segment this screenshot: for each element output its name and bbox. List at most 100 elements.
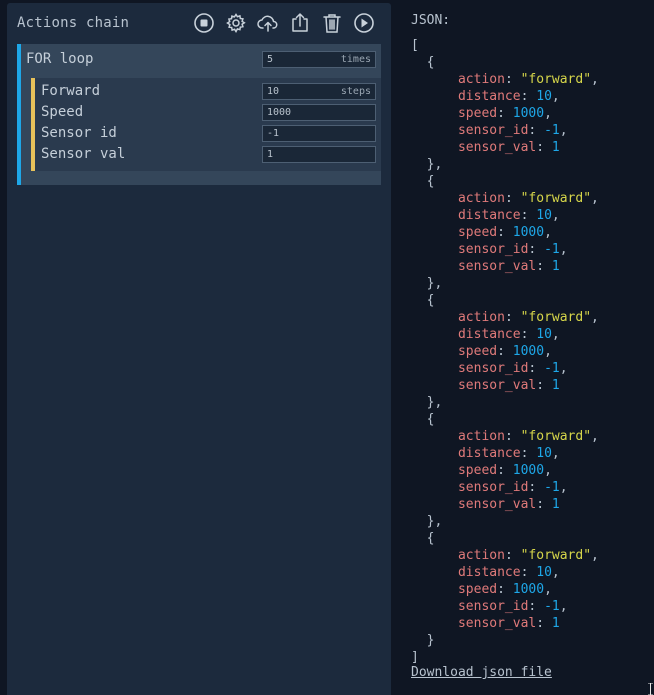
json-key: speed <box>457 225 498 240</box>
json-key: speed <box>457 582 498 597</box>
json-brace-open: { <box>426 55 435 70</box>
json-brace-close: }, <box>426 157 443 172</box>
download-json-link[interactable]: Download json file <box>411 664 552 681</box>
chain-title: Actions chain <box>17 15 130 31</box>
text-cursor-icon <box>648 683 653 695</box>
speed-input[interactable]: 1000 <box>262 104 376 121</box>
json-value: 10 <box>536 89 552 104</box>
json-value: "forward" <box>520 72 592 87</box>
forward-steps-unit: steps <box>340 86 371 97</box>
json-value: 1000 <box>512 344 545 359</box>
json-key: sensor_id <box>457 599 529 614</box>
chain-toolbar <box>192 11 376 35</box>
json-value: 1000 <box>512 463 545 478</box>
json-value: "forward" <box>520 191 592 206</box>
loop-count-unit: times <box>340 54 371 65</box>
for-loop-label: FOR loop <box>26 51 94 67</box>
json-value: 10 <box>536 208 552 223</box>
json-key: distance <box>457 89 521 104</box>
json-key: sensor_val <box>457 259 537 274</box>
json-value: -1 <box>544 242 560 257</box>
speed-label: Speed <box>41 104 84 120</box>
json-value: 10 <box>536 327 552 342</box>
json-value: 10 <box>536 446 552 461</box>
chain-header: Actions chain <box>7 3 391 43</box>
json-value: 1 <box>551 378 560 393</box>
play-icon <box>354 13 374 33</box>
sensor-val-value: 1 <box>267 149 274 160</box>
for-loop-footer <box>21 175 381 185</box>
json-value: 10 <box>536 565 552 580</box>
json-key: speed <box>457 106 498 121</box>
loop-count-value: 5 <box>267 54 274 65</box>
json-key: distance <box>457 446 521 461</box>
json-key: sensor_id <box>457 123 529 138</box>
json-value: 1000 <box>512 106 545 121</box>
run-button[interactable] <box>352 11 376 35</box>
json-key: sensor_val <box>457 616 537 631</box>
json-key: sensor_id <box>457 242 529 257</box>
json-brace-open: { <box>426 293 435 308</box>
json-key: speed <box>457 463 498 478</box>
json-brace-open: { <box>426 531 435 546</box>
json-value: 1 <box>551 497 560 512</box>
json-key: sensor_val <box>457 497 537 512</box>
sensor-id-value: -1 <box>267 128 280 139</box>
sensor-id-label: Sensor id <box>41 125 117 141</box>
json-brace-close: }, <box>426 276 443 291</box>
json-brace-open: { <box>426 412 435 427</box>
gear-icon <box>226 13 246 33</box>
json-value: "forward" <box>520 310 592 325</box>
json-key: sensor_val <box>457 140 537 155</box>
json-key: sensor_id <box>457 361 529 376</box>
json-value: -1 <box>544 480 560 495</box>
json-key: action <box>457 191 505 206</box>
export-button[interactable] <box>288 11 312 35</box>
for-loop-header: FOR loop 5 times <box>21 44 381 74</box>
json-value: -1 <box>544 123 560 138</box>
json-value: 1 <box>551 259 560 274</box>
json-key: action <box>457 548 505 563</box>
forward-steps-input[interactable]: 10 steps <box>262 83 376 100</box>
json-key: sensor_id <box>457 480 529 495</box>
json-bracket-open: [ <box>411 38 419 53</box>
delete-button[interactable] <box>320 11 344 35</box>
forward-action-block[interactable]: Forward 10 steps Speed 1000 Sensor id -1… <box>31 78 381 171</box>
cloud-upload-icon <box>257 15 278 32</box>
json-key: action <box>457 72 505 87</box>
json-brace-close: }, <box>426 514 443 529</box>
stop-icon <box>194 13 214 33</box>
json-key: sensor_val <box>457 378 537 393</box>
json-value: 1000 <box>512 225 545 240</box>
sensor-val-label: Sensor val <box>41 146 126 162</box>
export-icon <box>292 13 308 32</box>
json-key: distance <box>457 208 521 223</box>
json-key: distance <box>457 565 521 580</box>
sensor-id-input[interactable]: -1 <box>262 125 376 142</box>
json-bracket-close: ] <box>411 650 419 665</box>
json-value: "forward" <box>520 548 592 563</box>
json-label: JSON: <box>411 13 451 28</box>
sensor-val-input[interactable]: 1 <box>262 146 376 163</box>
json-value: 1 <box>551 140 560 155</box>
settings-button[interactable] <box>224 11 248 35</box>
json-key: speed <box>457 344 498 359</box>
json-brace-close: }, <box>426 395 443 410</box>
upload-button[interactable] <box>256 11 280 35</box>
json-brace-open: { <box>426 174 435 189</box>
json-key: action <box>457 429 505 444</box>
json-key: distance <box>457 327 521 342</box>
trash-icon <box>323 14 341 33</box>
for-loop-block[interactable]: FOR loop 5 times Forward 10 steps Speed … <box>17 44 381 185</box>
json-output: [ { action: "forward", distance: 10, spe… <box>411 38 599 665</box>
json-value: 1 <box>551 616 560 631</box>
json-value: -1 <box>544 361 560 376</box>
json-key: action <box>457 310 505 325</box>
json-value: "forward" <box>520 429 592 444</box>
forward-steps-value: 10 <box>267 86 280 97</box>
stop-button[interactable] <box>192 11 216 35</box>
forward-label: Forward <box>41 83 101 99</box>
json-value: 1000 <box>512 582 545 597</box>
json-brace-close: } <box>426 633 435 648</box>
loop-count-input[interactable]: 5 times <box>262 51 376 68</box>
